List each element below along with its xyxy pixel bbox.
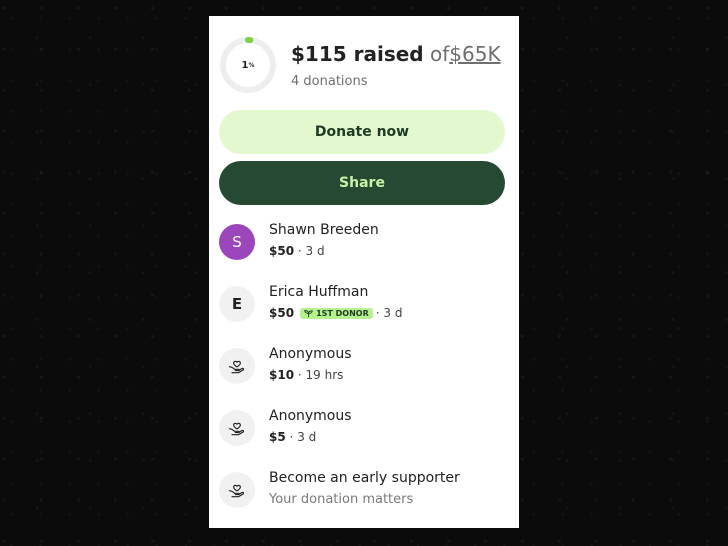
donation-time: 3 d xyxy=(383,306,403,320)
early-supporter-cta[interactable]: Become an early supporter Your donation … xyxy=(219,466,509,512)
heart-hand-icon xyxy=(219,472,255,508)
badge-label: 1ST DONOR xyxy=(316,308,369,318)
fundraiser-card: 1% $115 raised of$65K 4 donations Donate… xyxy=(209,16,519,528)
sprout-icon xyxy=(304,309,313,317)
separator: · xyxy=(289,430,294,444)
donor-row: Anonymous $5 · 3 d xyxy=(219,404,509,450)
raised-amount: $115 raised xyxy=(291,42,424,66)
goal-link[interactable]: $65K xyxy=(449,42,500,66)
separator: · xyxy=(375,306,380,320)
raised-summary: $115 raised of$65K xyxy=(291,42,501,66)
donor-meta: $50 1ST DONOR · 3 d xyxy=(269,306,402,320)
donation-time: 3 d xyxy=(305,244,325,258)
donor-meta: $10 · 19 hrs xyxy=(269,368,343,382)
donor-row: E Erica Huffman $50 1ST DONOR · 3 d xyxy=(219,280,509,326)
donation-amount: $10 xyxy=(269,368,295,382)
donation-time: 3 d xyxy=(297,430,317,444)
first-donor-badge: 1ST DONOR xyxy=(300,307,373,319)
heart-hand-icon xyxy=(219,410,255,446)
donor-meta: $50 · 3 d xyxy=(269,244,325,258)
donor-name: Erica Huffman xyxy=(269,284,369,300)
raised-of-text: of xyxy=(430,42,450,66)
donation-time: 19 hrs xyxy=(305,368,344,382)
donor-name: Shawn Breeden xyxy=(269,222,379,238)
share-button[interactable]: Share xyxy=(219,161,505,205)
progress-ring: 1% xyxy=(219,36,277,94)
donor-meta: $5 · 3 d xyxy=(269,430,316,444)
cta-subtitle: Your donation matters xyxy=(269,492,414,507)
donor-row: S Shawn Breeden $50 · 3 d xyxy=(219,218,509,264)
heart-hand-icon xyxy=(219,348,255,384)
donation-amount: $50 xyxy=(269,306,295,320)
donor-row: Anonymous $10 · 19 hrs xyxy=(219,342,509,388)
donor-name: Anonymous xyxy=(269,408,352,424)
avatar: S xyxy=(219,224,255,260)
avatar: E xyxy=(219,286,255,322)
progress-suffix: % xyxy=(248,61,255,69)
progress-percent: 1% xyxy=(219,36,277,94)
cta-title: Become an early supporter xyxy=(269,470,460,486)
donate-now-button[interactable]: Donate now xyxy=(219,110,505,154)
separator: · xyxy=(297,368,302,382)
donor-name: Anonymous xyxy=(269,346,352,362)
separator: · xyxy=(297,244,302,258)
donation-amount: $5 xyxy=(269,430,286,444)
donation-amount: $50 xyxy=(269,244,295,258)
donation-count: 4 donations xyxy=(291,74,368,89)
progress-value: 1 xyxy=(241,59,249,71)
